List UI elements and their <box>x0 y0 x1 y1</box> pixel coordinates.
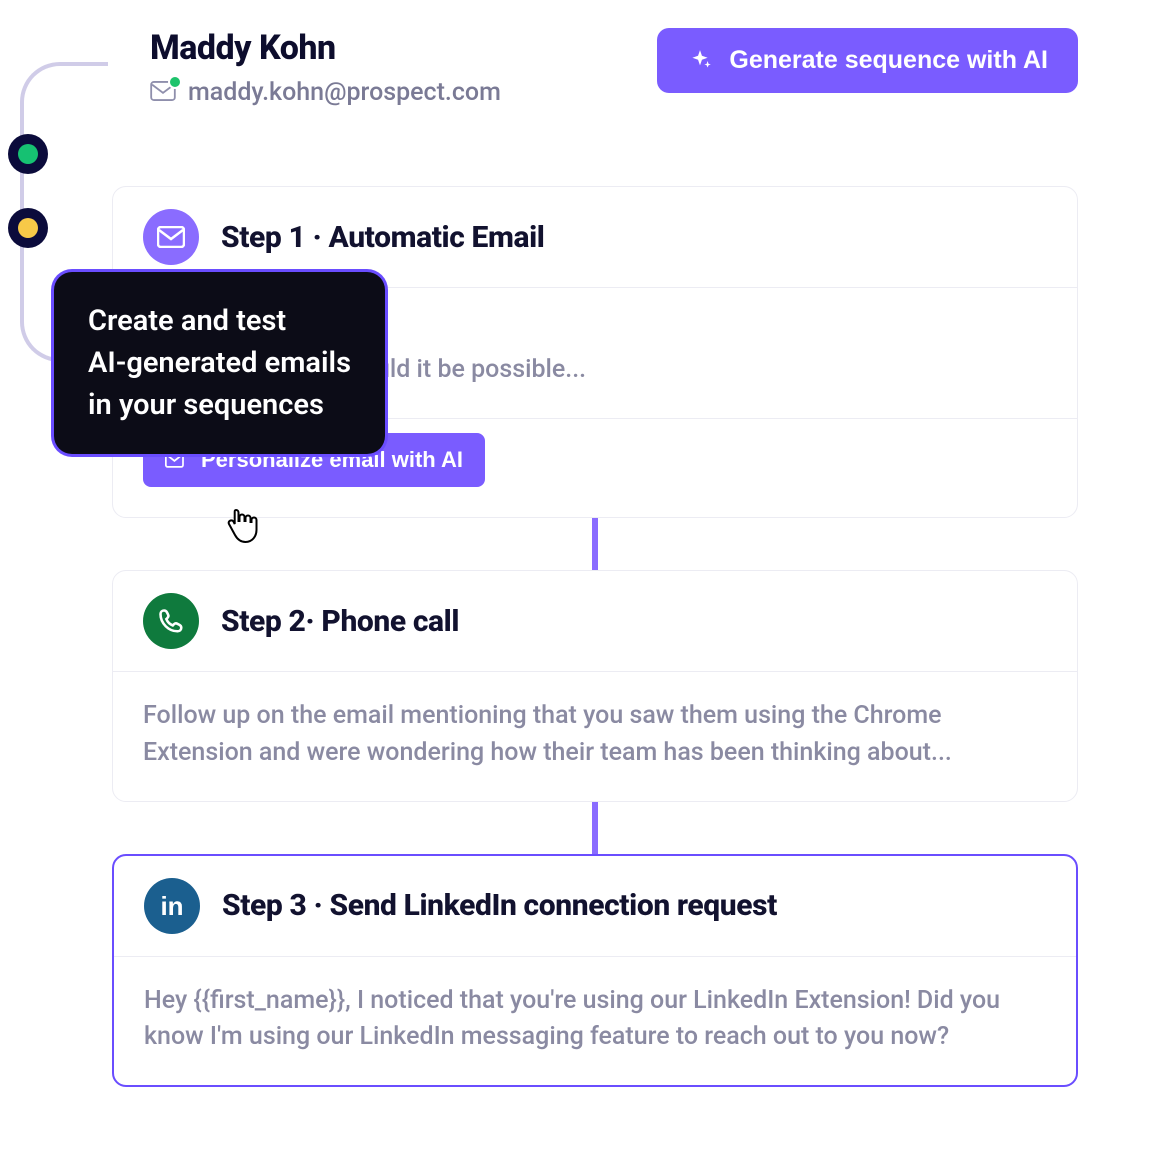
contact-name: Maddy Kohn <box>150 28 501 68</box>
pointer-cursor-icon <box>224 504 260 544</box>
timeline-dot-yellow <box>8 208 48 248</box>
step-card-2[interactable]: Step 2· Phone call Follow up on the emai… <box>112 570 1078 802</box>
generate-sequence-button[interactable]: Generate sequence with AI <box>657 28 1078 93</box>
step-header: in Step 3 · Send LinkedIn connection req… <box>114 856 1076 957</box>
step-header: Step 2· Phone call <box>113 571 1077 672</box>
timeline-dot-green <box>8 134 48 174</box>
contact-block: Maddy Kohn maddy.kohn@prospect.com <box>150 28 501 107</box>
step-connector <box>592 802 598 854</box>
linkedin-icon: in <box>144 878 200 934</box>
linkedin-message: Hey {{first_name}}, I noticed that you'r… <box>144 983 1046 1056</box>
step-body: Hey {{first_name}}, I noticed that you'r… <box>114 957 1076 1086</box>
step-connector <box>592 518 598 570</box>
envelope-icon <box>143 209 199 265</box>
step-body: Follow up on the email mentioning that y… <box>113 672 1077 801</box>
header: Maddy Kohn maddy.kohn@prospect.com Gener… <box>150 28 1078 107</box>
step-title: Step 3 · Send LinkedIn connection reques… <box>222 888 777 923</box>
sparkle-icon <box>687 48 713 74</box>
contact-email: maddy.kohn@prospect.com <box>188 78 501 107</box>
phone-icon <box>143 593 199 649</box>
ai-tooltip: Create and test AI-generated emails in y… <box>54 272 385 454</box>
generate-sequence-label: Generate sequence with AI <box>729 46 1048 75</box>
step-title: Step 1 · Automatic Email <box>221 220 545 255</box>
call-script: Follow up on the email mentioning that y… <box>143 698 1047 771</box>
envelope-verified-icon <box>150 81 176 105</box>
step-title: Step 2· Phone call <box>221 604 459 639</box>
step-card-3[interactable]: in Step 3 · Send LinkedIn connection req… <box>112 854 1078 1088</box>
contact-email-row: maddy.kohn@prospect.com <box>150 78 501 107</box>
